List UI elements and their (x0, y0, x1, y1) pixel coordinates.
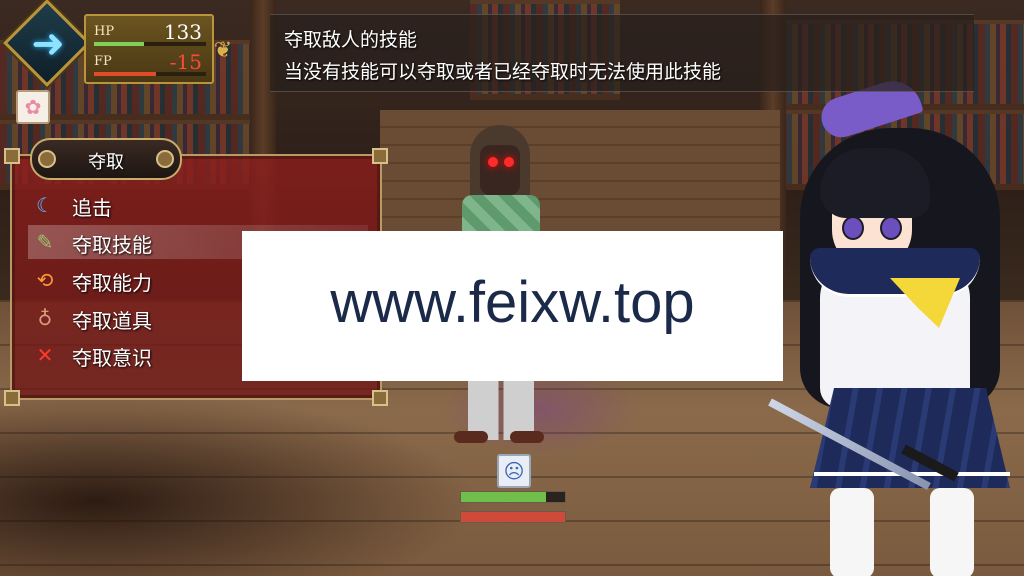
enemy-shoe-left (454, 431, 488, 443)
help-line-2: 当没有技能可以夺取或者已经夺取时无法使用此技能 (284, 61, 722, 83)
heroine-eye-right (880, 216, 902, 240)
enemy-shoe-right (510, 431, 544, 443)
heroine-eye-left (842, 216, 864, 240)
fp-bar (94, 72, 206, 76)
cherry-blossom-icon: ✿ (16, 90, 50, 124)
frame-corner (372, 148, 388, 164)
heroine-portrait (768, 73, 1024, 576)
heroine-leg-right (930, 488, 974, 576)
enemy-mp-bar-fill (461, 512, 565, 522)
heroine-leg-left (830, 488, 874, 576)
frame-corner (4, 148, 20, 164)
butterfly-icon: ❦ (213, 38, 233, 63)
hp-bar (94, 42, 206, 46)
stat-panel: HP 133 FP -15 (84, 14, 214, 84)
menu-title: 夺取 (88, 152, 124, 173)
menu-item-label: 追击 (72, 196, 112, 220)
crossed-swords-icon: ✕ (36, 343, 54, 367)
help-window: 夺取敌人的技能 当没有技能可以夺取或者已经夺取时无法使用此技能 (270, 14, 974, 92)
heroine-bangs (820, 148, 930, 218)
hp-row: HP 133 (94, 20, 206, 50)
crescent-slash-icon: ☾ (36, 193, 54, 217)
frame-corner (4, 390, 20, 406)
menu-item-label: 夺取道具 (72, 309, 152, 333)
menu-item-label: 夺取意识 (72, 346, 152, 370)
menu-item-chase[interactable]: ☾ 追击 (28, 188, 368, 222)
fp-bar-fill (94, 72, 156, 76)
fp-value: -15 (169, 50, 202, 74)
fp-label: FP (94, 54, 112, 69)
watermark-text: www.feixw.top (330, 270, 695, 335)
menu-item-label: 夺取技能 (72, 233, 152, 257)
sad-face-icon: ☹ (497, 454, 531, 488)
swap-arrows-icon: ⟲ (36, 268, 54, 292)
player-status-hud: ➜ HP 133 FP -15 ❦ (3, 0, 246, 87)
fp-row: FP -15 (94, 50, 206, 80)
help-line-1: 夺取敌人的技能 (284, 29, 418, 51)
enemy-eye-left (488, 157, 498, 167)
enemy-face (480, 145, 520, 195)
hp-label: HP (94, 24, 115, 39)
arrow-emblem-icon: ➜ (31, 21, 65, 67)
watermark-banner: www.feixw.top (242, 231, 783, 381)
hp-bar-fill (94, 42, 145, 46)
enemy-hp-bar (460, 491, 566, 503)
enemy-eye-right (504, 157, 514, 167)
enemy-hp-bar-fill (461, 492, 547, 502)
scroll-icon: ✎ (36, 230, 54, 254)
floor-shadow (0, 390, 480, 576)
menu-item-label: 夺取能力 (72, 271, 152, 295)
menu-title-plate: 夺取 (30, 138, 182, 180)
pouch-icon: ♁ (37, 306, 53, 330)
enemy-mp-bar (460, 511, 566, 523)
hp-value: 133 (163, 20, 202, 44)
frame-corner (372, 390, 388, 406)
